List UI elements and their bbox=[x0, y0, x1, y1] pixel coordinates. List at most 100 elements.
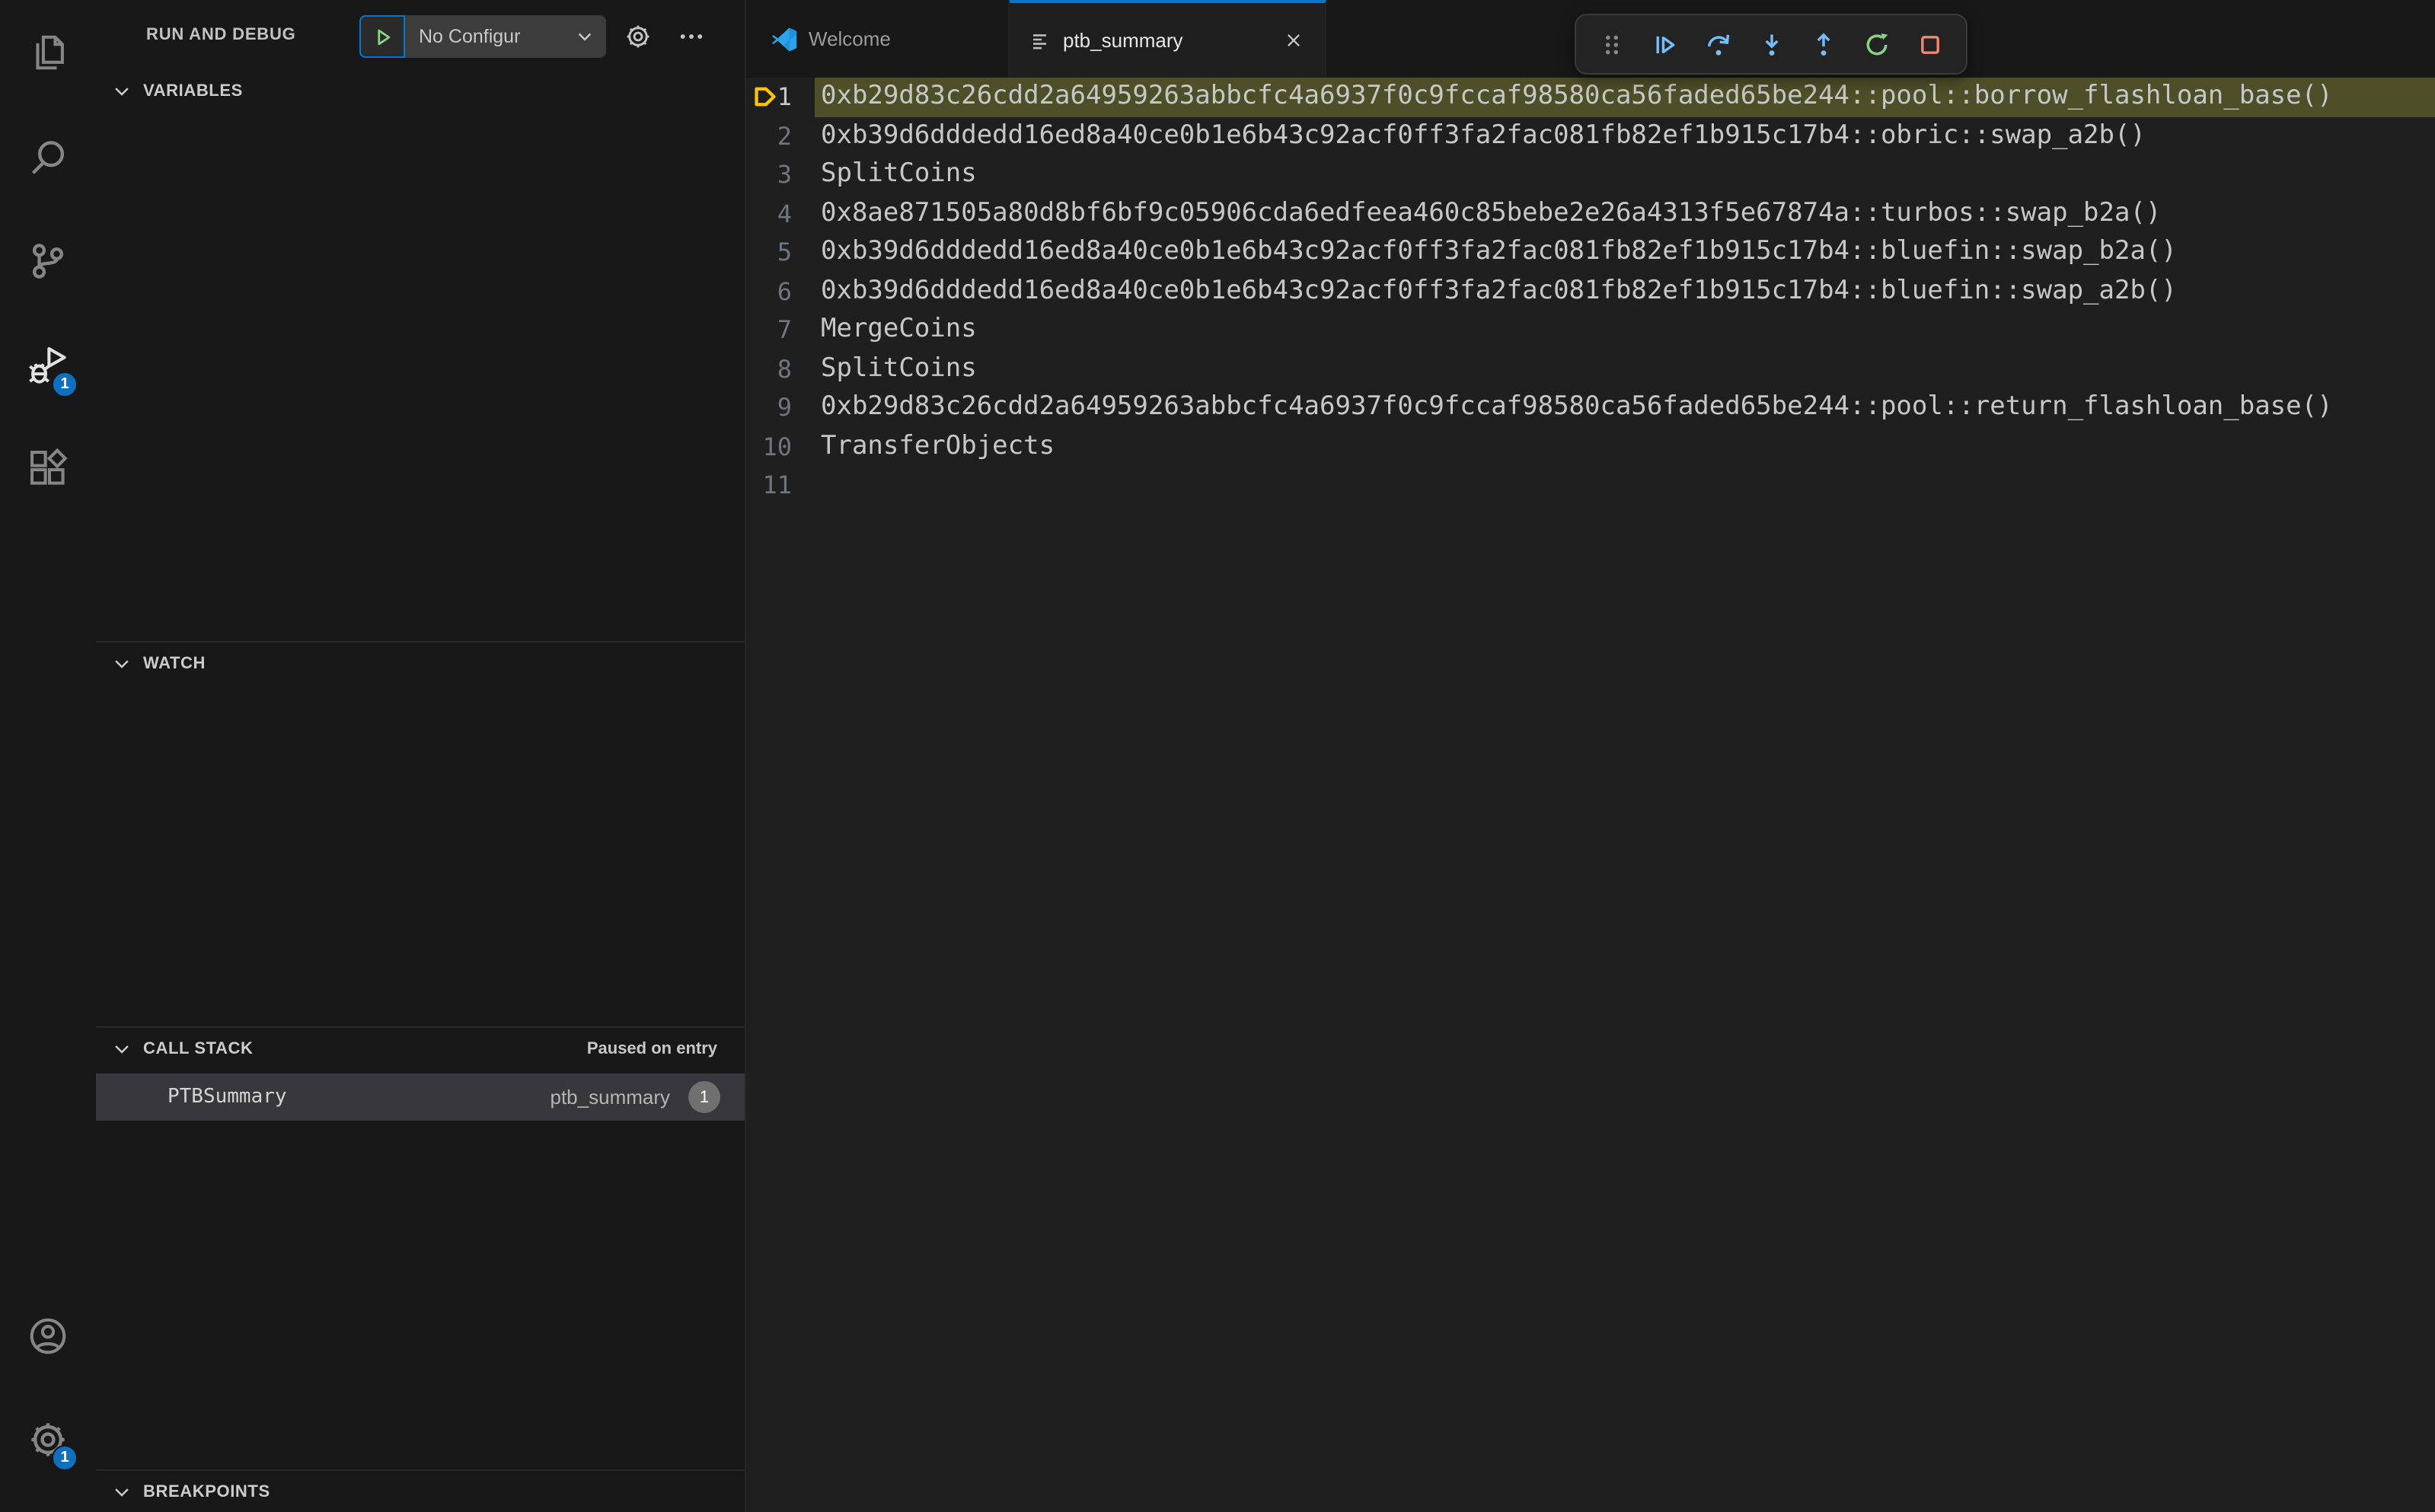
gutter[interactable]: 10 bbox=[746, 427, 821, 466]
activity-account[interactable] bbox=[0, 1296, 96, 1375]
activity-run-and-debug[interactable]: 1 bbox=[0, 326, 96, 405]
play-icon bbox=[377, 28, 390, 45]
ellipsis-icon bbox=[680, 34, 703, 39]
continue-button[interactable] bbox=[1648, 27, 1682, 61]
code-line[interactable]: 2 0xb39d6dddedd16ed8a40ce0b1e6b43c92acf0… bbox=[746, 116, 2435, 155]
section-watch[interactable]: WATCH bbox=[96, 641, 745, 684]
chevron-down-icon bbox=[115, 1045, 129, 1053]
line-number: 6 bbox=[777, 276, 792, 305]
chevron-down-icon bbox=[115, 659, 129, 668]
line-number: 5 bbox=[777, 238, 792, 266]
code-line[interactable]: 7 MergeCoins bbox=[746, 311, 2435, 349]
code-line[interactable]: 9 0xb29d83c26cdd2a64959263abbcfc4a6937f0… bbox=[746, 388, 2435, 427]
gutter[interactable]: 9 bbox=[746, 388, 821, 427]
close-icon bbox=[1287, 34, 1299, 46]
line-number: 1 bbox=[777, 82, 792, 111]
gutter[interactable]: 2 bbox=[746, 116, 821, 155]
step-out-button[interactable] bbox=[1808, 27, 1841, 61]
tab-close-button[interactable] bbox=[1279, 27, 1307, 54]
code-line[interactable]: 1 0xb29d83c26cdd2a64959263abbcfc4a6937f0… bbox=[746, 78, 2435, 116]
gutter[interactable]: 7 bbox=[746, 311, 821, 349]
debug-step-out-icon bbox=[1817, 32, 1830, 56]
activity-bar: 1 1 bbox=[0, 0, 96, 1512]
config-dropdown[interactable]: No Configur bbox=[405, 15, 606, 58]
git-branch-icon bbox=[32, 243, 64, 278]
gutter[interactable]: 4 bbox=[746, 194, 821, 233]
section-call-stack[interactable]: CALL STACK Paused on entry bbox=[96, 1026, 745, 1069]
gutter[interactable]: 8 bbox=[746, 349, 821, 388]
section-label: WATCH bbox=[143, 654, 206, 672]
debug-step-over-icon bbox=[1707, 33, 1729, 55]
code-line[interactable]: 11 bbox=[746, 466, 2435, 505]
line-text: MergeCoins bbox=[821, 314, 977, 344]
run-and-debug-sidebar: RUN AND DEBUG No Configur VARIABLES WATC… bbox=[96, 0, 746, 1512]
stop-button[interactable] bbox=[1913, 27, 1947, 61]
debug-stop-icon bbox=[1920, 35, 1939, 53]
frame-name: PTBSummary bbox=[168, 1086, 287, 1108]
editor-group: Welcome ptb_summary 1 0xb29d83c26cdd2a64… bbox=[746, 0, 2435, 1512]
line-text: 0xb29d83c26cdd2a64959263abbcfc4a6937f0c9… bbox=[815, 78, 2435, 116]
frame-source: ptb_summary bbox=[550, 1086, 671, 1108]
code-line[interactable]: 3 SplitCoins bbox=[746, 155, 2435, 194]
code-line[interactable]: 5 0xb39d6dddedd16ed8a40ce0b1e6b43c92acf0… bbox=[746, 233, 2435, 272]
debug-continue-icon bbox=[1656, 35, 1675, 53]
views-more-actions-button[interactable] bbox=[676, 21, 707, 52]
line-number: 8 bbox=[777, 354, 792, 383]
activity-search[interactable] bbox=[0, 117, 96, 196]
section-label: VARIABLES bbox=[143, 82, 243, 100]
code-line[interactable]: 8 SplitCoins bbox=[746, 349, 2435, 388]
call-stack-status: Paused on entry bbox=[586, 1039, 717, 1057]
code-editor[interactable]: 1 0xb29d83c26cdd2a64959263abbcfc4a6937f0… bbox=[746, 78, 2435, 1512]
current-statement-arrow-icon bbox=[755, 87, 776, 107]
section-variables[interactable]: VARIABLES bbox=[96, 70, 745, 113]
line-number: 3 bbox=[777, 160, 792, 189]
debug-settings-button[interactable] bbox=[623, 21, 653, 52]
account-icon bbox=[30, 1317, 66, 1354]
code-line[interactable]: 4 0x8ae871505a80d8bf6bf9c05906cda6edfeea… bbox=[746, 194, 2435, 233]
line-text: TransferObjects bbox=[821, 430, 1055, 461]
step-into-button[interactable] bbox=[1754, 27, 1788, 61]
debug-badge: 1 bbox=[52, 372, 78, 397]
section-breakpoints[interactable]: BREAKPOINTS bbox=[96, 1469, 745, 1512]
activity-settings[interactable]: 1 bbox=[0, 1399, 96, 1479]
gutter[interactable]: 6 bbox=[746, 272, 821, 311]
call-stack-frame[interactable]: PTBSummary ptb_summary 1 bbox=[96, 1073, 745, 1121]
section-label: BREAKPOINTS bbox=[143, 1482, 270, 1501]
code-line[interactable]: 6 0xb39d6dddedd16ed8a40ce0b1e6b43c92acf0… bbox=[746, 272, 2435, 311]
debug-toolbar bbox=[1575, 14, 1967, 75]
tab-label: ptb_summary bbox=[1063, 29, 1183, 52]
tab-welcome[interactable]: Welcome bbox=[746, 0, 1010, 78]
code-line[interactable]: 10 TransferObjects bbox=[746, 427, 2435, 466]
toolbar-drag-handle[interactable] bbox=[1596, 27, 1629, 61]
line-text bbox=[821, 466, 2435, 505]
gutter[interactable]: 3 bbox=[746, 155, 821, 194]
activity-source-control[interactable] bbox=[0, 221, 96, 300]
activity-extensions[interactable] bbox=[0, 428, 96, 507]
vscode-window: 1 1 RUN AND DEBUG No Configur VARIABLES … bbox=[0, 0, 2435, 1512]
debug-config-control: No Configur bbox=[359, 15, 606, 58]
restart-button[interactable] bbox=[1860, 27, 1894, 61]
step-over-button[interactable] bbox=[1702, 27, 1735, 61]
extensions-icon bbox=[30, 447, 68, 484]
files-icon bbox=[36, 34, 64, 69]
line-text: 0xb29d83c26cdd2a64959263abbcfc4a6937f0c9… bbox=[821, 391, 2333, 422]
tab-label: Welcome bbox=[809, 27, 891, 50]
line-number: 10 bbox=[762, 432, 792, 461]
activity-explorer[interactable] bbox=[0, 12, 96, 91]
line-text: SplitCoins bbox=[821, 352, 977, 383]
line-text: SplitCoins bbox=[821, 158, 977, 189]
start-debug-button[interactable] bbox=[359, 15, 405, 58]
settings-badge: 1 bbox=[52, 1445, 78, 1471]
frame-badge: 1 bbox=[688, 1081, 720, 1113]
gutter[interactable]: 1 bbox=[746, 78, 821, 116]
line-number: 9 bbox=[777, 393, 792, 422]
tab-ptb-summary[interactable]: ptb_summary bbox=[1010, 0, 1326, 78]
gutter[interactable]: 5 bbox=[746, 233, 821, 272]
line-text: 0xb39d6dddedd16ed8a40ce0b1e6b43c92acf0ff… bbox=[821, 120, 2146, 150]
debug-step-into-icon bbox=[1764, 33, 1778, 56]
search-icon bbox=[31, 140, 65, 174]
gutter[interactable]: 11 bbox=[746, 466, 821, 505]
line-number: 11 bbox=[762, 471, 792, 499]
config-dropdown-value: No Configur bbox=[419, 26, 521, 47]
gripper-icon bbox=[1606, 34, 1619, 54]
